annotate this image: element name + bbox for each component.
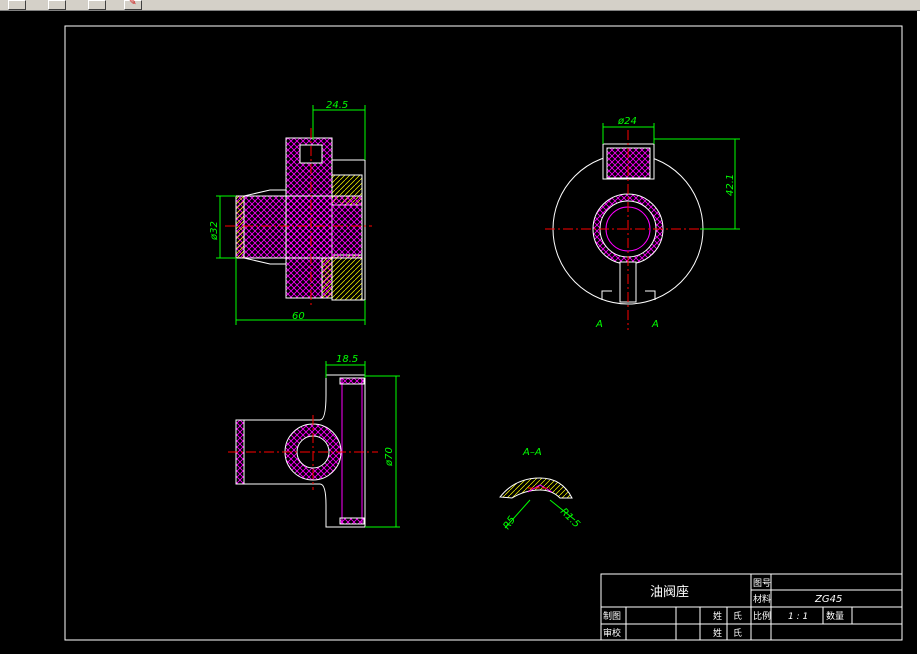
- section-label: A–A: [522, 447, 542, 458]
- drawing-no-label: 图号: [753, 578, 771, 589]
- dim-dia-32: ø32: [209, 221, 220, 241]
- top-view: [228, 374, 378, 528]
- dim-r5: R5: [501, 515, 518, 532]
- section-mark-left: A: [595, 319, 603, 330]
- name-label-3: 姓: [713, 627, 722, 639]
- drawing-frame: [64, 25, 903, 641]
- dim-18-5: 18.5: [336, 354, 358, 365]
- scale-value: 1 : 1: [788, 612, 808, 622]
- scale-label: 比例: [753, 610, 771, 622]
- dim-dia-70: ø70: [384, 447, 395, 467]
- dim-24-5: 24.5: [326, 100, 348, 111]
- section-mark-right: A: [651, 319, 659, 330]
- dim-dia-24: ø24: [617, 116, 637, 127]
- drawn-label: 制图: [603, 610, 621, 622]
- dim-r1-5: R1.5: [558, 506, 582, 530]
- checked-label: 审校: [603, 627, 621, 639]
- side-view: [545, 130, 712, 330]
- material-value: ZG45: [814, 594, 842, 605]
- name-label-1: 姓: [713, 610, 722, 622]
- part-name: 油阀座: [650, 585, 689, 600]
- front-section-view: [225, 128, 372, 305]
- name-label-2: 氏: [733, 611, 742, 622]
- dim-60: 60: [292, 311, 305, 322]
- dim-42-1: 42.1: [725, 174, 736, 196]
- title-block: [600, 573, 903, 641]
- name-label-4: 氏: [733, 628, 742, 639]
- cad-drawing: 24.5 60 ø32 ø24 42.1 A A 18.5 ø70 A–A R5…: [64, 25, 903, 641]
- material-label: 材料: [753, 593, 771, 605]
- qty-label: 数量: [826, 610, 844, 622]
